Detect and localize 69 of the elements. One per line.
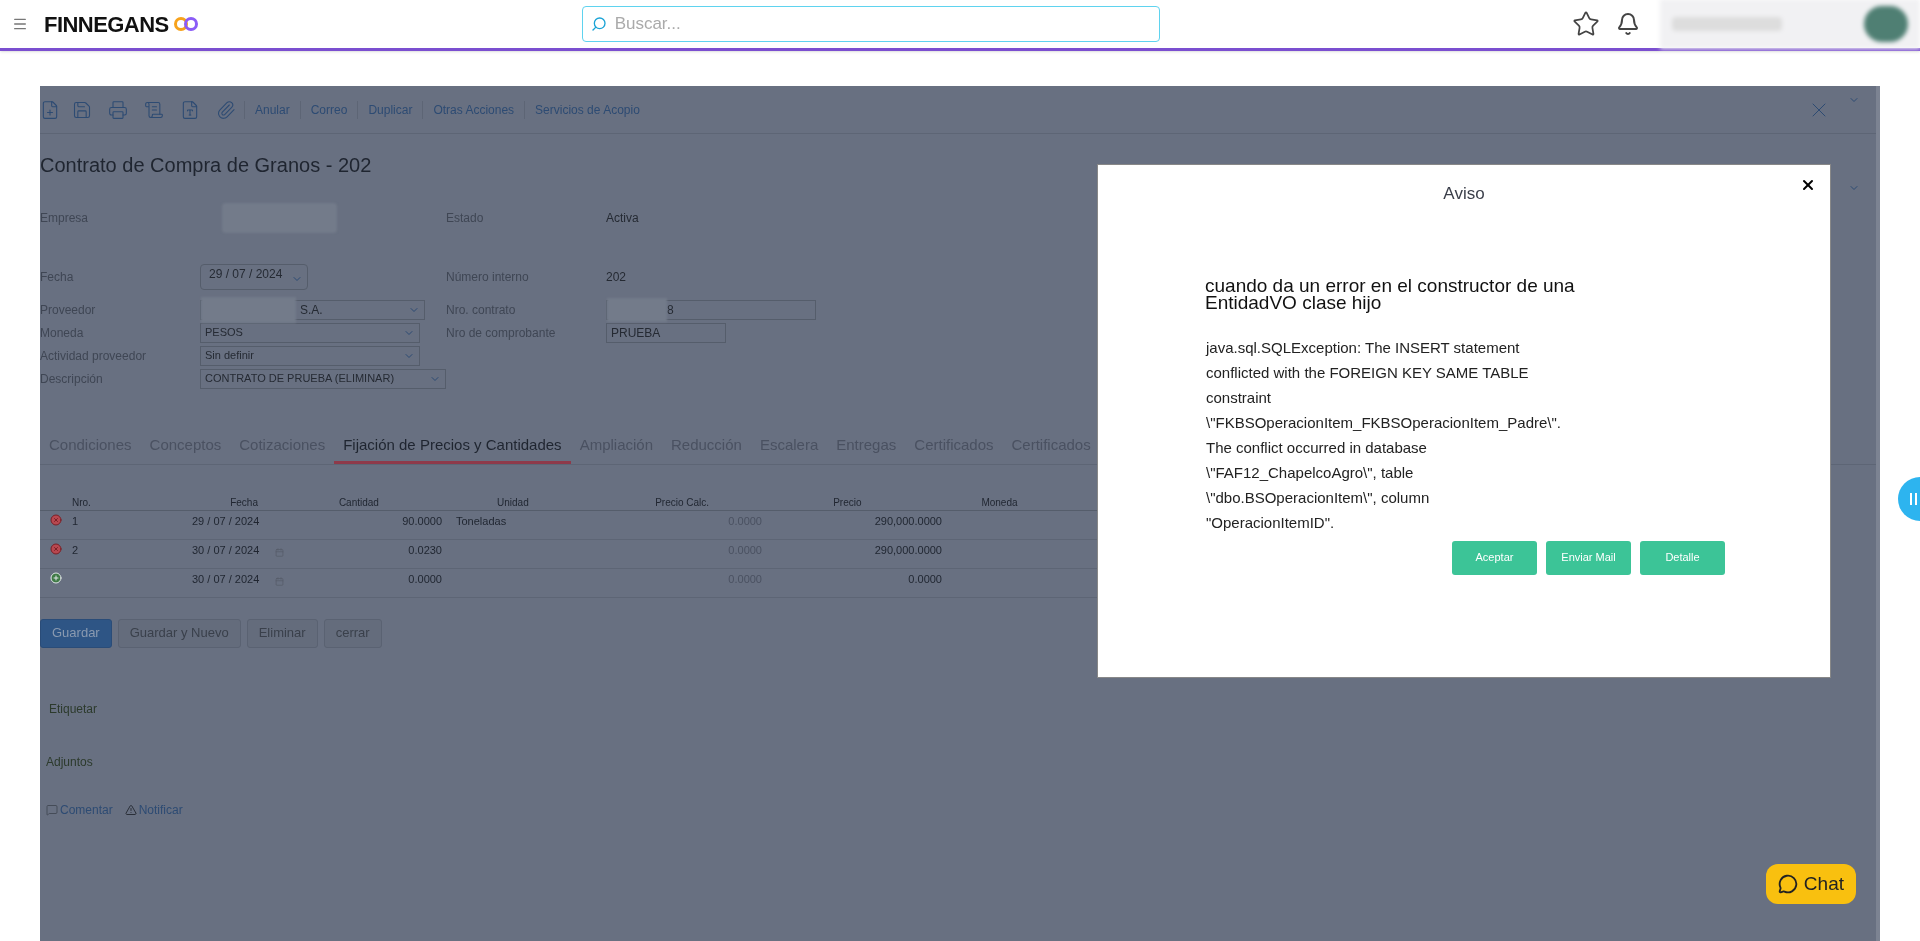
- table-cell: 0.0000: [408, 572, 442, 585]
- error-message: java.sql.SQLException: The INSERT statement conflicted with the FOREIGN KEY SAME TABLE constraint \"FKBSOperacionItem_FKBSOperacionItem_Padre\". The conflict occurred in database \"FAF12_ChapelcoAgro\", table \"dbo.BSOperacionItem\", column "OperacionItemID".: [1206, 337, 1562, 533]
- form-button[interactable]: Guardar: [40, 618, 112, 648]
- attachments-label[interactable]: Adjuntos: [46, 752, 93, 771]
- column-header: Moneda: [981, 495, 1019, 510]
- table-cell: 1: [72, 514, 79, 527]
- add-row-icon[interactable]: [50, 571, 62, 584]
- column-header: Precio Calc.: [655, 495, 711, 510]
- printer-icon[interactable]: [108, 99, 128, 120]
- chat-bubble-icon: [1777, 874, 1798, 894]
- paperclip-icon[interactable]: [216, 99, 236, 120]
- select-field[interactable]: S.A.: [200, 299, 425, 320]
- table-cell: 0.0230: [408, 543, 442, 556]
- search-input[interactable]: Buscar...: [614, 11, 1151, 37]
- bell-icon[interactable]: [1616, 12, 1640, 36]
- speech-bubble-icon: [46, 803, 58, 816]
- search-icon: [590, 16, 607, 32]
- scroll-icon[interactable]: [144, 99, 164, 120]
- toolbar-action[interactable]: Servicios de Acopio: [524, 100, 650, 119]
- table-cell: 290,000.0000: [874, 543, 942, 556]
- toolbar-action[interactable]: Duplicar: [357, 100, 423, 119]
- text-document-icon[interactable]: [180, 99, 200, 120]
- table-cell: 0.0000: [908, 572, 942, 585]
- table-cell: 2: [72, 543, 79, 556]
- toolbar-action[interactable]: Correo: [299, 100, 358, 119]
- star-icon[interactable]: [1572, 10, 1600, 38]
- column-header: Nro.: [72, 495, 92, 510]
- select-field[interactable]: Sin definir: [200, 345, 420, 366]
- field-value: 202: [606, 269, 627, 286]
- table-cell-text: 30 / 07 / 2024: [192, 542, 260, 558]
- table-cell: 290,000.0000: [874, 514, 942, 527]
- save-icon[interactable]: [72, 99, 92, 120]
- select-field[interactable]: CONTRATO DE PRUEBA (ELIMINAR): [200, 368, 446, 389]
- table-cell-text: 29 / 07 / 2024: [192, 513, 260, 529]
- toolbar-action[interactable]: Anular: [244, 100, 300, 119]
- comment-link[interactable]: Comentar: [60, 800, 113, 819]
- field-value: Activa: [606, 210, 639, 227]
- menu-icon[interactable]: [12, 16, 28, 32]
- delete-row-icon[interactable]: [50, 513, 62, 526]
- tag-label[interactable]: Etiquetar: [49, 699, 98, 718]
- table-cell: 90.0000: [402, 514, 442, 527]
- column-header: Unidad: [497, 495, 530, 510]
- input-field[interactable]: 8: [606, 299, 816, 320]
- dialog-button[interactable]: Aceptar: [1452, 540, 1537, 575]
- delete-row-icon[interactable]: [50, 542, 62, 555]
- error-heading: cuando da un error en el constructor de una EntidadVO clase hijo: [1205, 276, 1576, 311]
- notify-link[interactable]: Notificar: [138, 800, 183, 819]
- dialog-title: Aviso: [1443, 183, 1485, 205]
- chat-button[interactable]: Chat: [1765, 864, 1856, 904]
- new-document-icon[interactable]: [40, 99, 60, 120]
- form-title: Contrato de Compra de Granos - 202: [40, 153, 373, 178]
- logo-text: FINNEGANS: [44, 10, 169, 39]
- column-header: Fecha: [230, 495, 259, 510]
- user-profile-area[interactable]: [1660, 0, 1920, 49]
- date-field[interactable]: 29 / 07 / 2024: [200, 264, 308, 290]
- logo-icon: [172, 16, 199, 32]
- toolbar-action[interactable]: Otras Acciones: [422, 100, 525, 119]
- close-button[interactable]: [1800, 177, 1816, 193]
- warning-icon: [124, 803, 137, 816]
- column-header: Precio: [833, 495, 863, 510]
- table-cell: Toneladas: [456, 514, 507, 527]
- table-cell-text: 30 / 07 / 2024: [192, 571, 260, 587]
- search-field[interactable]: Buscar...: [581, 6, 1160, 42]
- column-header: Cantidad: [338, 495, 380, 510]
- select-field[interactable]: PESOS: [200, 322, 420, 343]
- dialog-button[interactable]: Detalle: [1640, 540, 1725, 575]
- tab[interactable]: Fijación de Precios y Cantidades: [334, 434, 571, 464]
- input-field[interactable]: PRUEBA: [606, 322, 726, 343]
- dialog-button[interactable]: Enviar Mail: [1546, 540, 1631, 575]
